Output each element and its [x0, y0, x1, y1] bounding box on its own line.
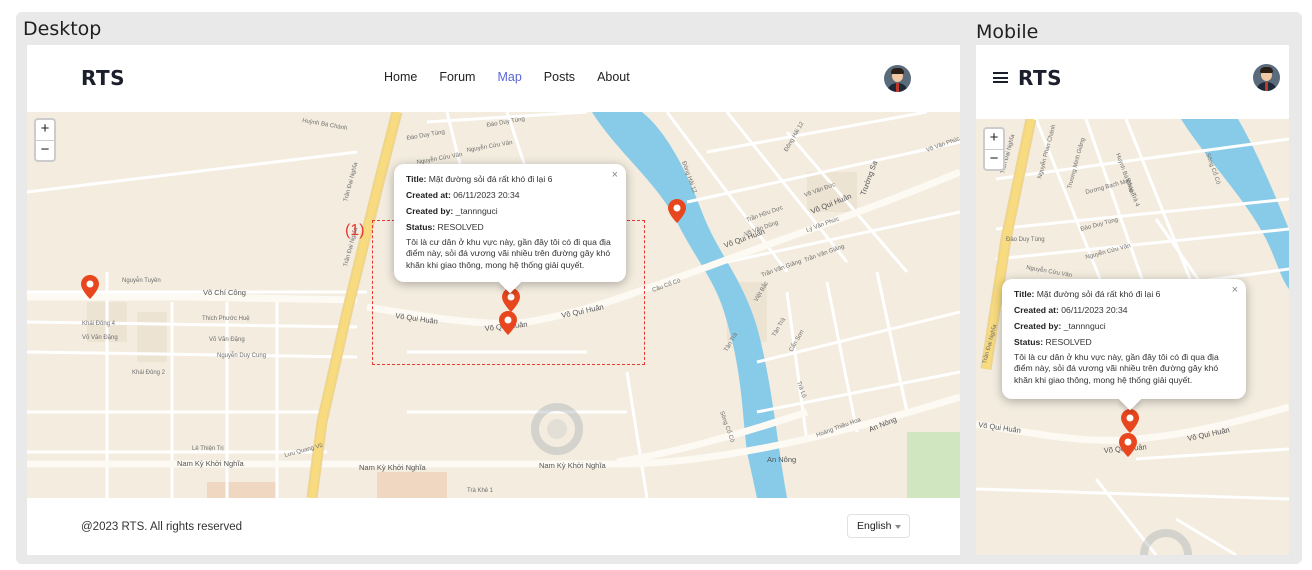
svg-text:Võ Văn Đặng: Võ Văn Đặng [209, 337, 245, 343]
avatar-icon[interactable] [1253, 64, 1280, 91]
svg-text:Thích Phước Huệ: Thích Phước Huệ [202, 316, 250, 322]
language-select[interactable]: English [847, 514, 910, 538]
desktop-frame: RTS Home Forum Map Posts About Huỳnh Bá … [27, 45, 960, 555]
mobile-section-label: Mobile [976, 21, 1039, 43]
nav-forum[interactable]: Forum [439, 70, 475, 84]
popup-created-at: 06/11/2023 20:34 [453, 189, 520, 200]
svg-text:Lê Thiện Trị: Lê Thiện Trị [192, 446, 224, 452]
svg-text:Nam Kỳ Khởi Nghĩa: Nam Kỳ Khởi Nghĩa [359, 463, 426, 472]
svg-text:Trà Khê 1: Trà Khê 1 [467, 488, 494, 494]
svg-text:Nam Kỳ Khởi Nghĩa: Nam Kỳ Khởi Nghĩa [177, 459, 244, 468]
zoom-in-button[interactable]: + [36, 120, 54, 140]
desktop-header: RTS Home Forum Map Posts About [27, 45, 960, 112]
svg-text:Đào Duy Tùng: Đào Duy Tùng [1006, 237, 1045, 243]
map-view[interactable]: Huỳnh Bá Chánh Đào Duy Tùng Đào Duy Tùng… [27, 112, 960, 498]
mobile-logo[interactable]: RTS [1018, 66, 1062, 90]
map-pin-icon[interactable] [1121, 409, 1139, 433]
nav-home[interactable]: Home [384, 70, 417, 84]
desktop-section-label: Desktop [23, 18, 102, 40]
footer: @2023 RTS. All rights reserved English [27, 498, 960, 555]
svg-text:Nam Kỳ Khởi Nghĩa: Nam Kỳ Khởi Nghĩa [539, 461, 606, 470]
hamburger-icon[interactable] [993, 72, 1008, 83]
map-pin-icon[interactable] [1119, 433, 1137, 457]
svg-text:Nguyễn Tuyền: Nguyễn Tuyền [122, 277, 161, 284]
map-pin-icon[interactable] [668, 199, 686, 223]
main-nav: Home Forum Map Posts About [384, 70, 630, 84]
annotation-label: (1) [345, 222, 365, 239]
zoom-out-button[interactable]: − [36, 140, 54, 160]
report-popup: × Title: Mặt đường sỏi đá rất khó đi lại… [394, 164, 626, 294]
logo[interactable]: RTS [81, 66, 125, 90]
mobile-frame: RTS Trần Đại Nghĩa Trần Đại Nghĩa Nguyễn… [976, 45, 1289, 555]
copyright: @2023 RTS. All rights reserved [81, 521, 243, 533]
close-icon[interactable]: × [1232, 283, 1238, 299]
zoom-out-button[interactable]: − [985, 149, 1003, 169]
popup-status: RESOLVED [437, 221, 484, 232]
svg-text:Khái Đông 2: Khái Đông 2 [132, 370, 166, 376]
map-pin-icon[interactable] [81, 275, 99, 299]
close-icon[interactable]: × [612, 168, 618, 184]
svg-text:Võ Văn Đặng: Võ Văn Đặng [82, 335, 118, 341]
mobile-zoom-control: + − [983, 127, 1005, 171]
nav-posts[interactable]: Posts [544, 70, 575, 84]
zoom-in-button[interactable]: + [985, 129, 1003, 149]
nav-map[interactable]: Map [497, 70, 521, 84]
chevron-down-icon [895, 525, 901, 529]
mobile-map-view[interactable]: Trần Đại Nghĩa Trần Đại Nghĩa Nguyễn Pha… [976, 119, 1289, 555]
svg-text:Võ Chí Công: Võ Chí Công [203, 288, 246, 297]
popup-description: Tôi là cư dân ở khu vực này, gần đây tôi… [406, 236, 611, 270]
nav-about[interactable]: About [597, 70, 630, 84]
popup-created-by: _tannnguci [455, 205, 498, 216]
svg-text:Khái Đông 4: Khái Đông 4 [82, 321, 116, 327]
mobile-report-popup: × Title: Mặt đường sỏi đá rất khó đi lại… [1002, 279, 1246, 411]
avatar-icon[interactable] [884, 65, 911, 92]
zoom-control: + − [34, 118, 56, 162]
svg-text:An Nông: An Nông [767, 455, 796, 464]
svg-text:Nguyễn Duy Cung: Nguyễn Duy Cung [217, 352, 266, 359]
popup-title: Mặt đường sỏi đá rất khó đi lại 6 [428, 174, 553, 184]
